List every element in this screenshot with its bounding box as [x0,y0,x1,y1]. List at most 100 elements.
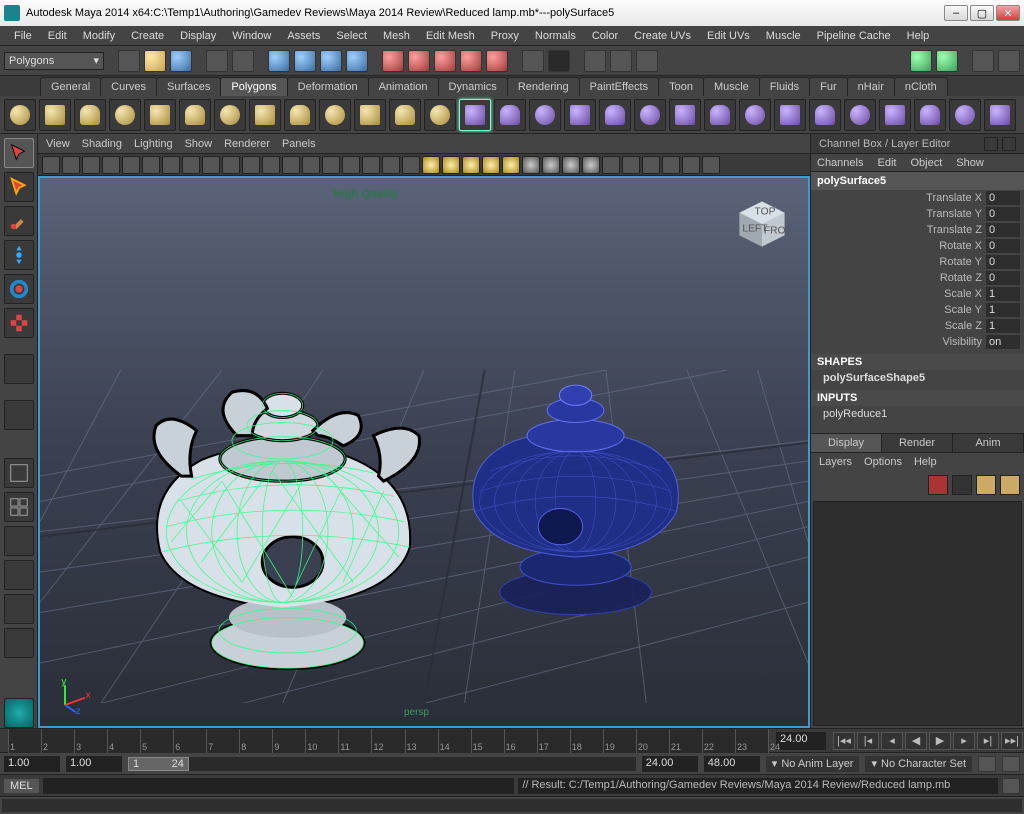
channel-value[interactable]: 1 [986,287,1020,301]
shelf-tab-animation[interactable]: Animation [368,77,439,96]
viewport-toolbar-button-4[interactable] [122,156,140,174]
step-forward-button[interactable]: ▸ [953,732,975,750]
menu-color[interactable]: Color [584,28,626,44]
layer-new-icon[interactable] [928,475,948,495]
viewport-toolbar-button-10[interactable] [242,156,260,174]
minimize-button[interactable]: – [944,5,968,21]
viewport-toolbar-button-28[interactable] [602,156,620,174]
shelf-insert-button[interactable] [809,99,841,131]
anim-layer-dropdown[interactable]: ▾No Anim Layer [766,756,860,772]
viewport-toolbar-button-14[interactable] [322,156,340,174]
viewport-toolbar-button-27[interactable] [582,156,600,174]
history-on-button[interactable] [522,50,544,72]
command-lang-label[interactable]: MEL [4,779,39,793]
layer-list[interactable] [813,501,1022,726]
viewport-toolbar-button-12[interactable] [282,156,300,174]
viewport-toolbar-button-30[interactable] [642,156,660,174]
menu-select[interactable]: Select [328,28,375,44]
menu-help[interactable]: Help [899,28,938,44]
shelf-cyl-button[interactable] [74,99,106,131]
scale-tool[interactable] [4,308,34,338]
viewport-toolbar-button-6[interactable] [162,156,180,174]
character-set-dropdown[interactable]: ▾No Character Set [865,756,972,772]
layer-tab-anim[interactable]: Anim [953,434,1024,452]
snap-live-button[interactable] [486,50,508,72]
channel-value[interactable]: 0 [986,255,1020,269]
save-scene-button[interactable] [170,50,192,72]
viewport-toolbar-button-16[interactable] [362,156,380,174]
menu-muscle[interactable]: Muscle [758,28,809,44]
viewport-toolbar-button-25[interactable] [542,156,560,174]
shelf-helix-button[interactable] [319,99,351,131]
shelf-merge-button[interactable] [914,99,946,131]
viewport-toolbar-button-23[interactable] [502,156,520,174]
channel-scale-y[interactable]: Scale Y1 [811,302,1024,318]
range-end-inner[interactable]: 24.00 [642,756,698,772]
shelf-combine-button[interactable] [459,99,491,131]
viewport-toolbar-button-29[interactable] [622,156,640,174]
sidebar-toggle-a[interactable] [910,50,932,72]
shelf-plane-button[interactable] [144,99,176,131]
snap-curve-button[interactable] [408,50,430,72]
channel-value[interactable]: 0 [986,239,1020,253]
menu-create-uvs[interactable]: Create UVs [626,28,699,44]
select-object-button[interactable] [320,50,342,72]
panel-menu-icon[interactable] [1002,137,1016,151]
channel-value[interactable]: on [986,335,1020,349]
viewport-toolbar-button-24[interactable] [522,156,540,174]
menu-pipeline-cache[interactable]: Pipeline Cache [809,28,899,44]
viewport-toolbar-button-19[interactable] [422,156,440,174]
time-ruler[interactable]: 123456789101112131415161718192021222324 [8,729,768,753]
script-editor-button[interactable] [1002,778,1020,794]
prefs-button[interactable] [1002,756,1020,772]
play-back-button[interactable]: ◀ [905,732,927,750]
viewport-toolbar-button-20[interactable] [442,156,460,174]
render-settings-button[interactable] [636,50,658,72]
channel-value[interactable]: 1 [986,319,1020,333]
shelf-mesh-button[interactable] [984,99,1016,131]
history-off-button[interactable] [548,50,570,72]
viewport-toolbar-button-26[interactable] [562,156,580,174]
shelf-tab-toon[interactable]: Toon [658,77,704,96]
layout-persp-graph[interactable] [4,628,34,658]
channel-visibility[interactable]: Visibilityon [811,334,1024,350]
axis-indicator-icon[interactable] [984,137,998,151]
new-scene-button[interactable] [118,50,140,72]
menu-edit[interactable]: Edit [40,28,75,44]
shelf-extract-button[interactable] [494,99,526,131]
menu-edit-uvs[interactable]: Edit UVs [699,28,758,44]
snap-point-button[interactable] [434,50,456,72]
layer-remove-icon[interactable] [1000,475,1020,495]
input-node[interactable]: polyReduce1 [811,406,1024,422]
ipr-render-button[interactable] [610,50,632,72]
range-start-outer[interactable]: 1.00 [4,756,60,772]
viewport-toolbar-button-21[interactable] [462,156,480,174]
rotate-tool[interactable] [4,274,34,304]
channel-menu-channels[interactable]: Channels [817,157,863,169]
shelf-offset-button[interactable] [844,99,876,131]
viewport-menu-lighting[interactable]: Lighting [134,138,173,150]
channel-menu-object[interactable]: Object [910,157,942,169]
layer-add-icon[interactable] [952,475,972,495]
channel-rotate-z[interactable]: Rotate Z0 [811,270,1024,286]
shelf-tab-polygons[interactable]: Polygons [220,77,287,96]
viewport-toolbar-button-17[interactable] [382,156,400,174]
command-input[interactable] [43,778,515,794]
channel-value[interactable]: 0 [986,223,1020,237]
shelf-pyramid-button[interactable] [249,99,281,131]
open-scene-button[interactable] [144,50,166,72]
shelf-platonic-button[interactable] [389,99,421,131]
select-hierarchy-button[interactable] [294,50,316,72]
shelf-tab-fluids[interactable]: Fluids [759,77,810,96]
snap-plane-button[interactable] [460,50,482,72]
shelf-tab-dynamics[interactable]: Dynamics [438,77,508,96]
sidebar-toggle-d[interactable] [998,50,1020,72]
shelf-cut-button[interactable] [739,99,771,131]
shelf-tab-fur[interactable]: Fur [809,77,848,96]
viewport-toolbar-button-8[interactable] [202,156,220,174]
viewport-toolbar-button-33[interactable] [702,156,720,174]
select-component-button[interactable] [346,50,368,72]
auto-key-button[interactable] [978,756,996,772]
shelf-smooth-button[interactable] [529,99,561,131]
step-back-button[interactable]: ◂ [881,732,903,750]
